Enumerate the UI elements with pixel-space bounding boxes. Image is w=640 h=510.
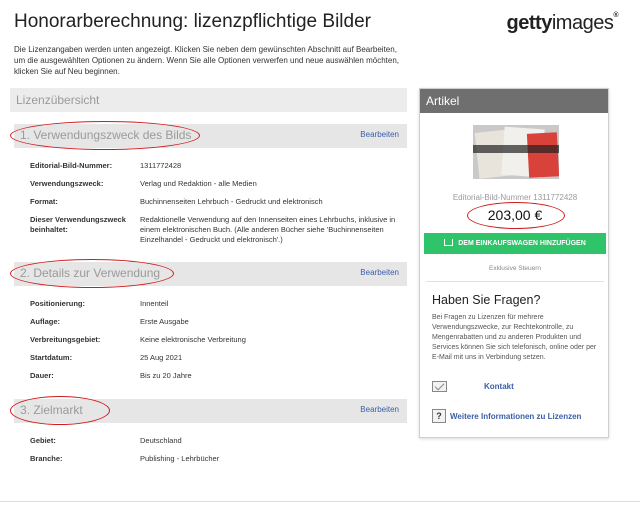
row-value: 1311772428 [140,161,182,170]
row-key: Editorial-Bild-Nummer: [30,161,113,170]
section-header: 1. Verwendungszweck des Bilds Bearbeiten [10,121,407,150]
row-value: Keine elektronische Verbreitung [140,335,246,344]
row-key: Auflage: [30,317,60,326]
tax-note: Exklusive Steuern [488,265,542,272]
row-value: Deutschland [140,436,182,445]
table-row: Positionierung: Innenteil [30,299,407,309]
logo-mark: ® [613,12,618,19]
mail-icon[interactable] [432,381,447,392]
logo-bold: getty [506,12,553,34]
row-value: Redaktionelle Verwendung auf den Innense… [140,215,396,244]
question-icon[interactable]: ? [432,409,446,423]
row-value: Erste Ausgabe [140,317,189,326]
row-value: 25 Aug 2021 [140,353,183,362]
section-details: 2. Details zur Verwendung Bearbeiten Pos… [10,259,407,381]
more-license-info-link[interactable]: Weitere Informationen zu Lizenzen [450,412,581,421]
table-row: Gebiet: Deutschland [30,436,407,446]
divider [426,281,604,282]
table-row: Format: Buchinnenseiten Lehrbuch - Gedru… [30,197,407,207]
bottom-divider [0,501,640,502]
cart-sidebar: Artikel Editorial-Bild-Nummer 1311772428… [419,88,609,438]
section-rows: Editorial-Bild-Nummer: 1311772428 Verwen… [10,161,407,245]
section-title: 1. Verwendungszweck des Bilds [20,128,192,142]
section-title: 3. Zielmarkt [20,403,83,417]
row-key: Startdatum: [30,353,73,362]
row-value: Buchinnenseiten Lehrbuch - Gedruckt und … [140,197,323,206]
faq-text: Bei Fragen zu Lizenzen für mehrere Verwe… [432,314,597,361]
table-row: Dieser Verwendungszweck beinhaltet: Reda… [30,215,407,245]
section-title: 2. Details zur Verwendung [20,266,161,280]
section-rows: Positionierung: Innenteil Auflage: Erste… [10,299,407,381]
table-row: Startdatum: 25 Aug 2021 [30,353,407,363]
image-thumbnail[interactable] [473,125,559,179]
row-key: Dieser Verwendungszweck beinhaltet: [30,215,126,234]
row-key: Verbreitungsgebiet: [30,335,101,344]
row-key: Format: [30,197,58,206]
add-to-cart-button[interactable]: DEM EINKAUFSWAGEN HINZUFÜGEN [424,233,606,254]
overview-bar: Lizenzübersicht [10,88,407,112]
row-key: Branche: [30,454,63,463]
row-value: Verlag und Redaktion - alle Medien [140,179,257,188]
table-row: Auflage: Erste Ausgabe [30,317,407,327]
row-key: Verwendungszweck: [30,179,104,188]
row-value: Publishing - Lehrbücher [140,454,220,463]
gettyimages-logo[interactable]: gettyimages® [506,12,619,35]
cart-button-label: DEM EINKAUFSWAGEN HINZUFÜGEN [458,240,586,247]
cart-icon [444,239,454,246]
row-value: Bis zu 20 Jahre [140,371,192,380]
logo-light: images [551,12,614,34]
table-row: Dauer: Bis zu 20 Jahre [30,371,407,381]
table-row: Verbreitungsgebiet: Keine elektronische … [30,335,407,345]
table-row: Editorial-Bild-Nummer: 1311772428 [30,161,407,171]
thumb-paper [526,132,559,178]
row-key: Gebiet: [30,436,56,445]
section-rows: Gebiet: Deutschland Branche: Publishing … [10,436,407,464]
section-header: 3. Zielmarkt Bearbeiten [10,396,407,425]
thumb-band [473,145,559,153]
row-key: Dauer: [30,371,54,380]
table-row: Verwendungszweck: Verlag und Redaktion -… [30,179,407,189]
section-header: 2. Details zur Verwendung Bearbeiten [10,259,407,288]
row-value: Innenteil [140,299,169,308]
faq-title: Haben Sie Fragen? [432,293,541,307]
edit-usage-link[interactable]: Bearbeiten [360,130,399,139]
table-row: Branche: Publishing - Lehrbücher [30,454,407,464]
intro-text: Die Lizenzangaben werden unten angezeigt… [14,45,399,76]
image-id: Editorial-Bild-Nummer 1311772428 [452,193,578,202]
row-key: Positionierung: [30,299,85,308]
price: 203,00 € [487,207,543,223]
section-usage: 1. Verwendungszweck des Bilds Bearbeiten… [10,121,407,245]
contact-link[interactable]: Kontakt [484,382,514,391]
edit-target-market-link[interactable]: Bearbeiten [360,405,399,414]
section-target-market: 3. Zielmarkt Bearbeiten Gebiet: Deutschl… [10,396,407,464]
page-title: Honorarberechnung: lizenzpflichtige Bild… [14,11,371,32]
edit-details-link[interactable]: Bearbeiten [360,268,399,277]
license-overview: Lizenzübersicht 1. Verwendungszweck des … [10,88,407,464]
sidebar-header: Artikel [420,89,608,113]
